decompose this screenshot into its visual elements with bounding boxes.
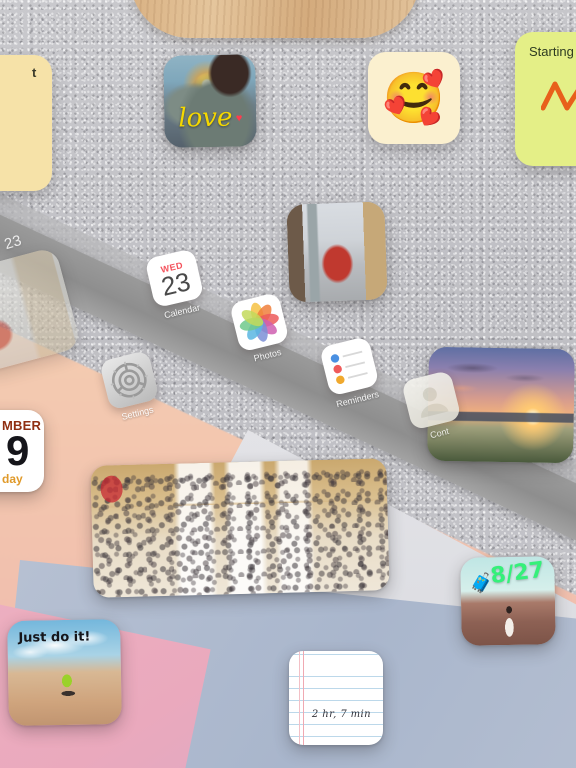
photos-icon [229, 291, 290, 353]
date-card-day: 9 [6, 427, 30, 474]
home-screen: ber 23 t 🥰 Starting love ♥ Just do it! 🧳… [0, 0, 576, 768]
note-yellow-left[interactable]: t [0, 55, 52, 191]
photo-biker[interactable]: Just do it! [7, 619, 122, 726]
calendar-day-number: 23 [158, 266, 194, 302]
heart-icon: ♥ [235, 112, 243, 125]
usa-flag-icon [90, 458, 390, 598]
note-yellow-left-text: t [32, 65, 37, 80]
photo-caption-love: love [178, 102, 233, 134]
notepad-handwriting: 2 hr, 7 min [311, 709, 371, 720]
note-green-right[interactable]: Starting [515, 32, 576, 166]
photo-sparkler-love[interactable]: love ♥ [163, 54, 257, 148]
calendar-icon: WED 23 [144, 248, 205, 309]
gear-icon [99, 349, 160, 411]
wooden-board [130, 0, 420, 38]
reminders-icon [319, 335, 380, 397]
contacts-icon [401, 369, 462, 431]
date-card-weekday: day [2, 472, 23, 486]
notepad-margin-outer [299, 651, 300, 745]
photo-grand-central[interactable] [90, 458, 390, 598]
photo-desert-woman[interactable]: 🧳 8/27 [460, 556, 556, 646]
photo-tram [286, 201, 388, 303]
photo-subject-silhouette [163, 54, 257, 148]
orange-zigzag-drawing [541, 81, 576, 111]
photo-caption-just-do-it: Just do it! [18, 629, 91, 646]
lined-notepad[interactable]: 2 hr, 7 min [289, 651, 383, 745]
note-emoji[interactable]: 🥰 [368, 52, 460, 144]
note-green-right-text: Starting [529, 44, 574, 59]
notepad-margin [303, 651, 304, 745]
photo-tram-street[interactable] [286, 201, 388, 303]
smiling-face-with-hearts-icon: 🥰 [382, 70, 446, 126]
date-card[interactable]: MBER 9 day [0, 410, 44, 492]
